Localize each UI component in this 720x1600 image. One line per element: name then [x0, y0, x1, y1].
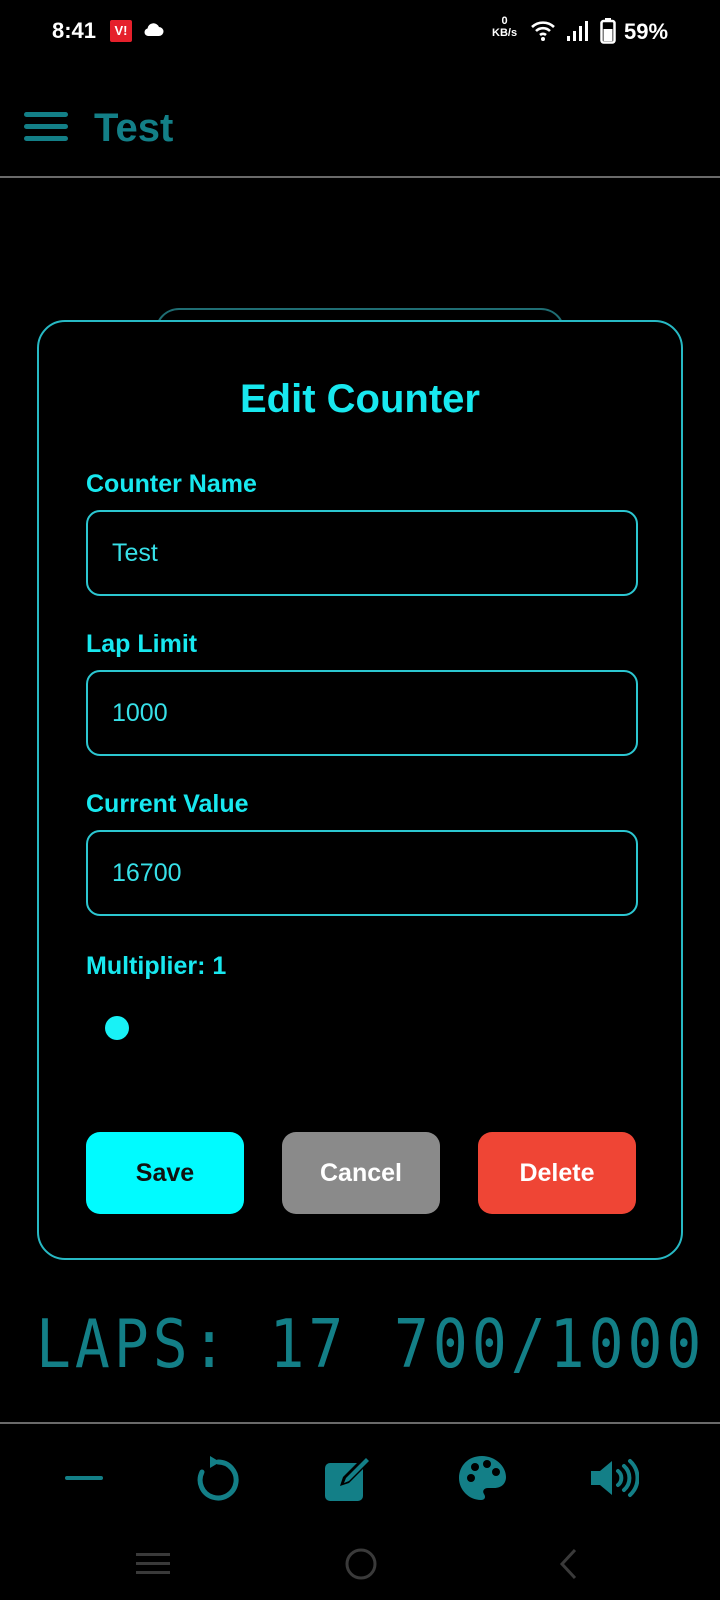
home-button[interactable]	[336, 1542, 386, 1586]
reset-icon	[197, 1456, 239, 1501]
edit-icon	[325, 1455, 371, 1501]
multiplier-label: Multiplier: 1	[86, 952, 227, 980]
count-display: 700/1000	[394, 1305, 706, 1384]
delete-button[interactable]: Delete	[478, 1132, 636, 1214]
lap-limit-label: Lap Limit	[86, 630, 198, 658]
laps-display: LAPS: 17	[36, 1305, 348, 1384]
counter-name-label: Counter Name	[86, 470, 257, 498]
page-title: Test	[94, 106, 174, 150]
counter-name-field[interactable]	[86, 510, 638, 596]
app-bar: Test	[0, 64, 720, 178]
edit-counter-dialog: Edit Counter Counter Name Lap Limit Curr…	[37, 320, 683, 1260]
carrier-logo-icon: V!	[110, 20, 132, 42]
palette-icon	[459, 1456, 506, 1500]
system-nav-bar	[0, 1532, 720, 1600]
bottom-toolbar	[0, 1422, 720, 1532]
back-button[interactable]	[544, 1542, 594, 1586]
volume-icon	[591, 1459, 639, 1497]
cloud-icon	[144, 23, 164, 36]
save-button[interactable]: Save	[86, 1132, 244, 1214]
theme-button[interactable]	[452, 1450, 512, 1506]
net-speed-unit: KB/s	[492, 27, 518, 39]
hamburger-menu-icon[interactable]	[24, 112, 68, 142]
status-time: 8:41	[52, 18, 97, 43]
signal-icon	[567, 21, 588, 41]
dialog-title: Edit Counter	[240, 377, 480, 421]
back-icon	[559, 1548, 577, 1580]
recents-icon	[136, 1553, 170, 1574]
recents-button[interactable]	[128, 1542, 178, 1586]
minus-icon	[65, 1476, 103, 1480]
cancel-button[interactable]: Cancel	[282, 1132, 440, 1214]
net-speed-value: 0	[501, 15, 508, 27]
battery-percent: 59%	[624, 19, 669, 44]
lap-limit-field[interactable]	[86, 670, 638, 756]
current-value-input[interactable]	[88, 832, 636, 914]
current-value-label: Current Value	[86, 790, 249, 818]
decrement-button[interactable]	[54, 1450, 114, 1506]
reset-button[interactable]	[188, 1450, 248, 1506]
home-icon	[345, 1548, 377, 1580]
edit-button[interactable]	[318, 1450, 378, 1506]
status-bar: 8:41 V! 0 KB/s 59%	[0, 0, 720, 64]
lap-limit-input[interactable]	[88, 672, 636, 754]
battery-icon	[600, 18, 616, 44]
multiplier-slider-thumb[interactable]	[105, 1016, 129, 1040]
counter-name-input[interactable]	[88, 512, 636, 594]
current-value-field[interactable]	[86, 830, 638, 916]
sound-button[interactable]	[584, 1450, 644, 1506]
net-speed: 0 KB/s	[492, 15, 517, 39]
wifi-icon	[531, 21, 555, 41]
